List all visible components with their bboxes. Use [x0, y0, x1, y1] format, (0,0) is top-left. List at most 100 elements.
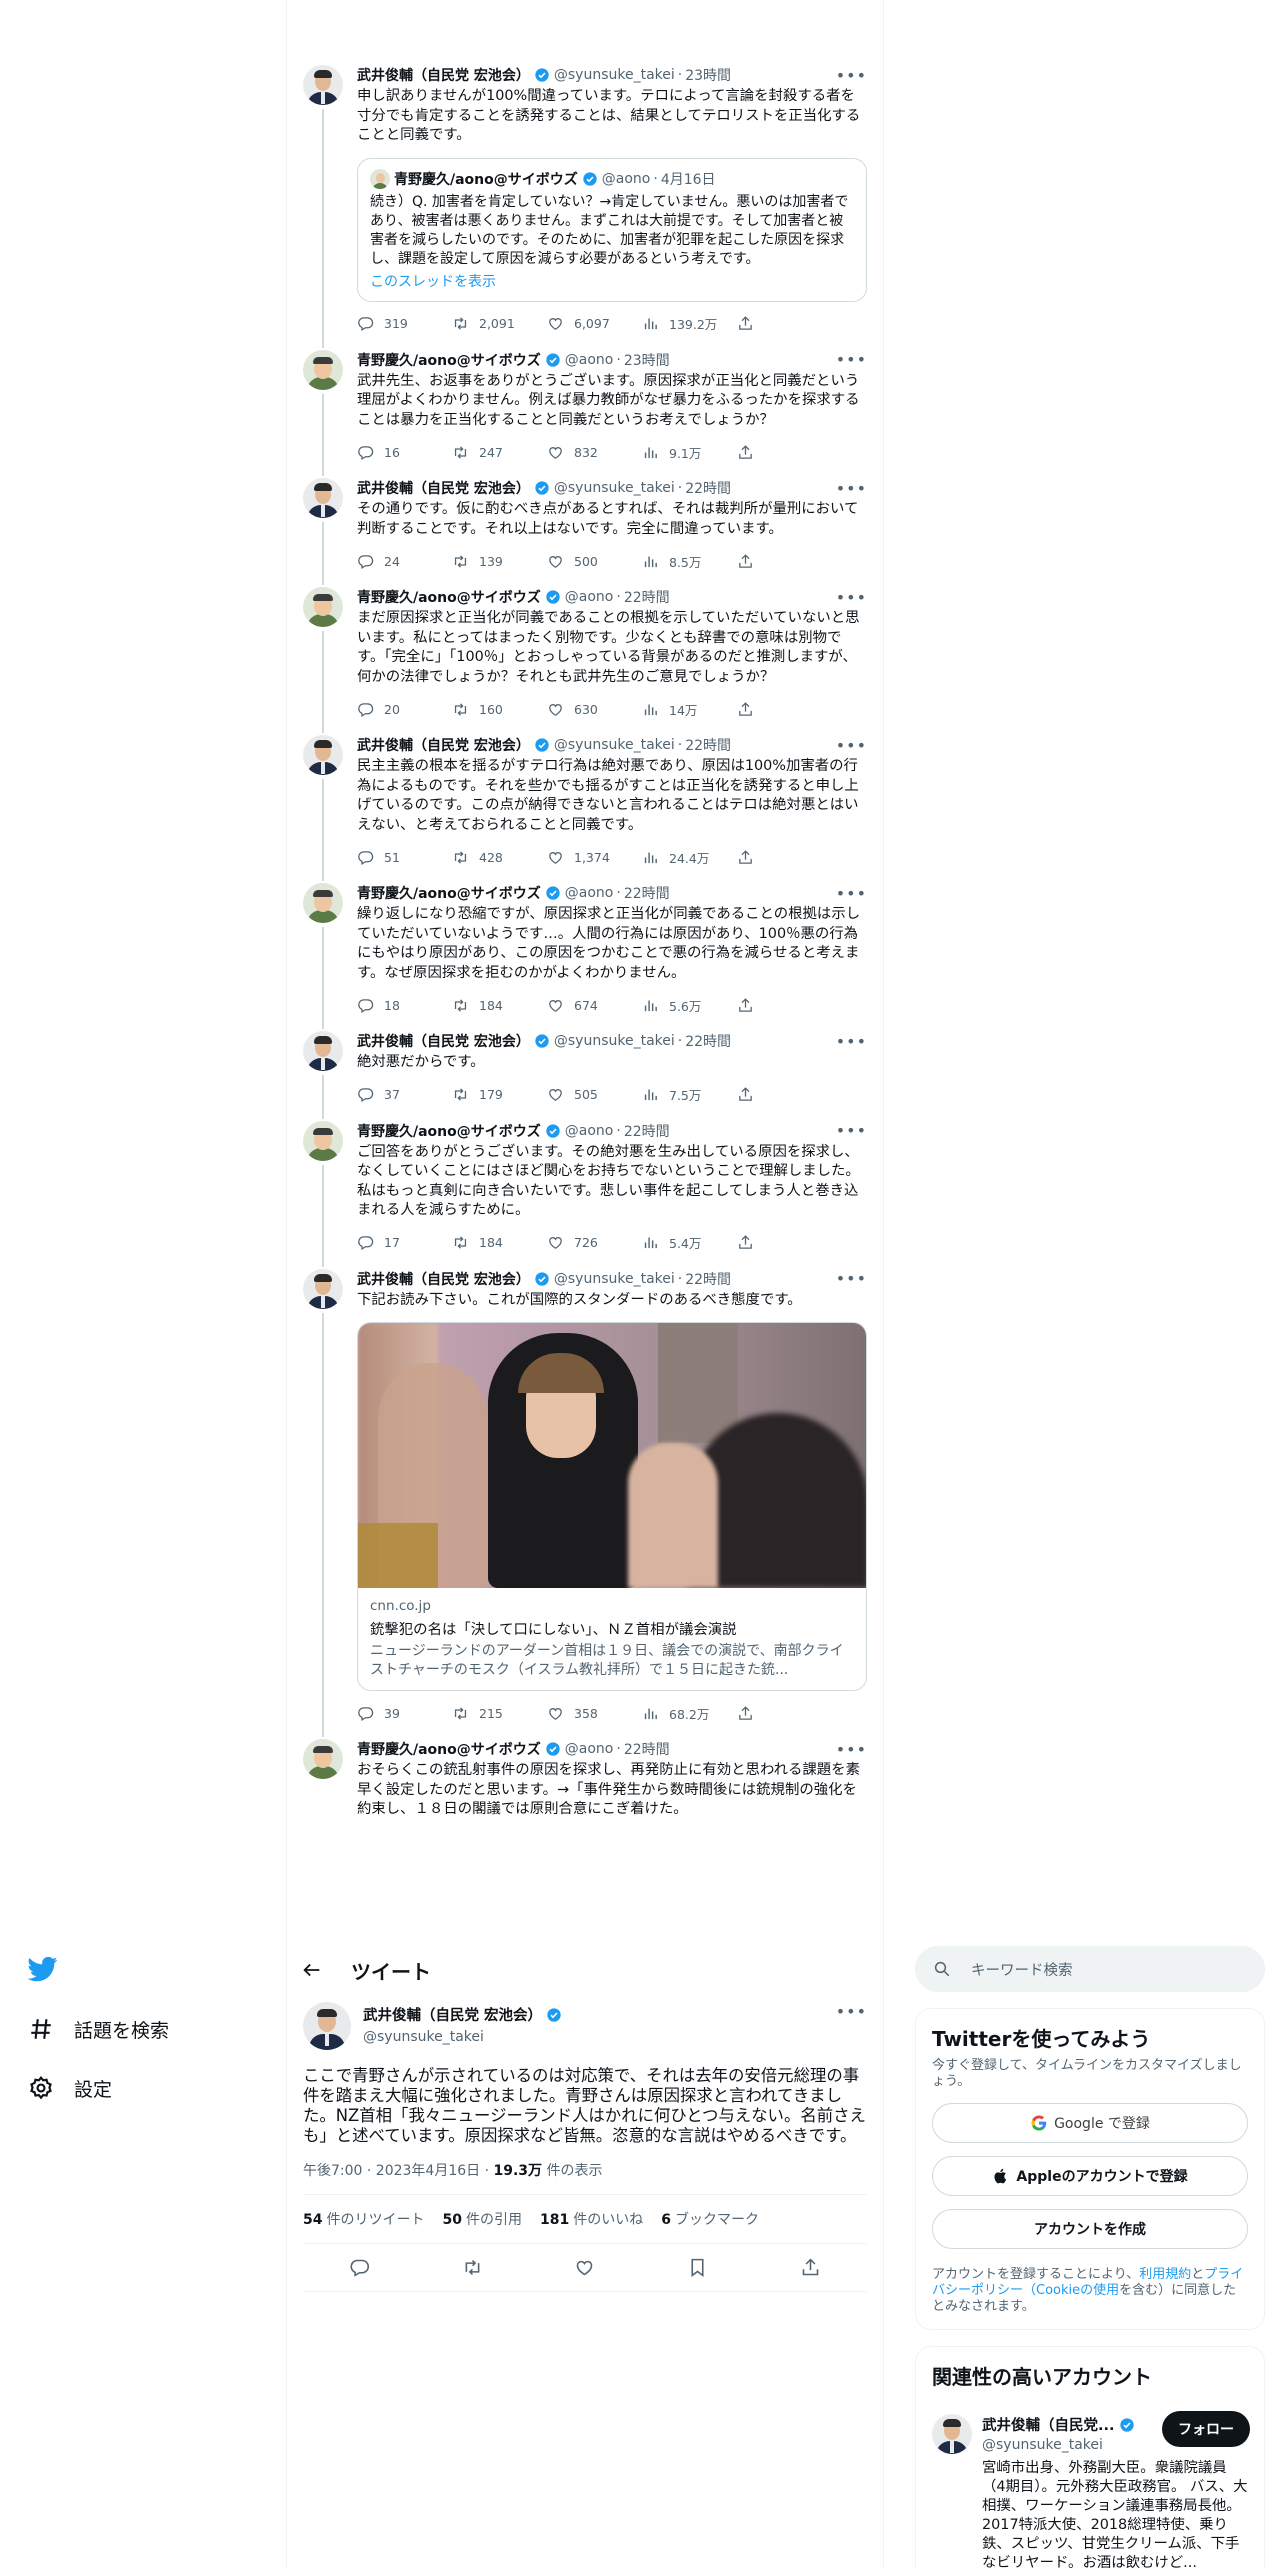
retweet-icon[interactable]	[462, 2257, 483, 2278]
avatar[interactable]	[303, 883, 343, 923]
like-button[interactable]: 832	[547, 444, 642, 461]
like-button[interactable]: 6,097	[547, 315, 642, 332]
more-options-icon[interactable]: •••	[836, 2002, 867, 2050]
avatar[interactable]	[303, 1031, 343, 1071]
author-name[interactable]: 青野慶久/aono@サイボウズ	[357, 883, 541, 903]
author-name[interactable]: 武井俊輔（自民党 宏池会）	[357, 1269, 530, 1289]
tweet-time[interactable]: 22時間	[685, 478, 731, 498]
like-button[interactable]: 505	[547, 1086, 642, 1103]
tweet-time[interactable]: 23時間	[624, 350, 670, 370]
reply-icon[interactable]	[349, 2257, 370, 2278]
author-handle[interactable]: @aono	[565, 1123, 614, 1139]
reply-button[interactable]: 24	[357, 553, 452, 570]
retweet-button[interactable]: 2,091	[452, 315, 547, 332]
like-icon[interactable]	[574, 2257, 595, 2278]
author-handle[interactable]: @syunsuke_takei	[554, 1033, 675, 1049]
avatar[interactable]	[303, 1120, 343, 1161]
retweet-button[interactable]: 428	[452, 849, 547, 866]
reply-button[interactable]: 51	[357, 849, 452, 866]
more-options-icon[interactable]: •••	[836, 1740, 867, 1759]
share-button[interactable]	[737, 997, 764, 1014]
avatar[interactable]	[303, 735, 343, 775]
author-handle[interactable]: @aono	[565, 589, 614, 605]
more-options-icon[interactable]: •••	[836, 884, 867, 903]
back-arrow-icon[interactable]	[301, 1959, 323, 1981]
share-button[interactable]	[737, 701, 764, 718]
more-options-icon[interactable]: •••	[836, 1269, 867, 1288]
retweet-button[interactable]: 247	[452, 444, 547, 461]
share-button[interactable]	[737, 553, 764, 570]
author-name[interactable]: 武井俊輔（自民党 宏池会）	[363, 2004, 542, 2025]
more-options-icon[interactable]: •••	[836, 588, 867, 607]
author-name[interactable]: 武井俊輔（自民党 宏池会）	[357, 65, 530, 85]
quoted-tweet[interactable]: 青野慶久/aono@サイボウズ @aono · 4月16日 続き）Q. 加害者を肯定して…	[357, 157, 867, 302]
nav-settings[interactable]: 設定	[28, 2068, 112, 2108]
more-options-icon[interactable]: •••	[836, 736, 867, 755]
retweet-button[interactable]: 179	[452, 1086, 547, 1103]
more-options-icon[interactable]: •••	[836, 350, 867, 369]
views-button[interactable]: 139.2万	[642, 314, 737, 333]
more-options-icon[interactable]: •••	[836, 479, 867, 498]
author-name[interactable]: 青野慶久/aono@サイボウズ	[357, 350, 541, 370]
like-button[interactable]: 358	[547, 1705, 642, 1722]
more-options-icon[interactable]: •••	[836, 1032, 867, 1051]
author-handle[interactable]: @syunsuke_takei	[554, 1271, 675, 1287]
views-button[interactable]: 9.1万	[642, 443, 737, 462]
tweet-time[interactable]: 22時間	[685, 735, 731, 755]
reply-button[interactable]: 319	[357, 315, 452, 332]
author-name[interactable]: 青野慶久/aono@サイボウズ	[357, 587, 541, 607]
share-icon[interactable]	[800, 2257, 821, 2278]
tweet[interactable]: 青野慶久/aono@サイボウズ @aono · 22時間 ••• ご回答をありがとうござい…	[287, 1111, 883, 1267]
share-button[interactable]	[737, 1086, 764, 1103]
retweet-button[interactable]: 184	[452, 997, 547, 1014]
views-button[interactable]: 24.4万	[642, 848, 737, 867]
bookmark-icon[interactable]	[687, 2257, 708, 2278]
reply-button[interactable]: 16	[357, 444, 452, 461]
more-options-icon[interactable]: •••	[836, 66, 867, 85]
tweet-time[interactable]: 22時間	[624, 1739, 670, 1759]
tweet[interactable]: 武井俊輔（自民党 宏池会） @syunsuke_takei · 22時間 ••• 民主主義…	[287, 725, 883, 881]
tweet[interactable]: 武井俊輔（自民党 宏池会） @syunsuke_takei · 22時間 ••• 下記お読…	[287, 1259, 883, 1737]
author-handle[interactable]: @syunsuke_takei	[554, 67, 675, 83]
tweet-time[interactable]: 22時間	[685, 1269, 731, 1289]
tweet-time[interactable]: 23時間	[685, 65, 731, 85]
twitter-logo-icon[interactable]	[28, 1954, 58, 1984]
stat-bookmarks[interactable]: 6 ブックマーク	[661, 2209, 759, 2229]
like-button[interactable]: 1,374	[547, 849, 642, 866]
terms-link[interactable]: 利用規約	[1139, 2267, 1191, 2282]
create-account-button[interactable]: アカウントを作成	[932, 2209, 1248, 2249]
avatar[interactable]	[303, 1739, 343, 1779]
reply-button[interactable]: 20	[357, 701, 452, 718]
google-signup-button[interactable]: Google で登録	[932, 2103, 1248, 2143]
author-handle[interactable]: @syunsuke_takei	[554, 480, 675, 496]
like-button[interactable]: 500	[547, 553, 642, 570]
author-name[interactable]: 青野慶久/aono@サイボウズ	[357, 1121, 541, 1141]
retweet-button[interactable]: 215	[452, 1705, 547, 1722]
tweet-timestamp[interactable]: 午後7:00 · 2023年4月16日 ·	[303, 2163, 494, 2179]
nav-explore[interactable]: 話題を検索	[28, 2009, 169, 2049]
avatar[interactable]	[303, 65, 343, 105]
author-handle[interactable]: @syunsuke_takei	[554, 737, 675, 753]
show-thread-link[interactable]: このスレッドを表示	[370, 271, 854, 291]
retweet-button[interactable]: 184	[452, 1234, 547, 1251]
avatar[interactable]	[303, 1268, 343, 1309]
tweet-time[interactable]: 22時間	[685, 1031, 731, 1051]
reply-button[interactable]: 18	[357, 997, 452, 1014]
author-name[interactable]: 武井俊輔（自民党 宏池会）	[357, 735, 530, 755]
link-card[interactable]: cnn.co.jp 銃撃犯の名は「決して口にしない」、ＮＺ首相が議会演説 ニュージー…	[357, 1322, 867, 1691]
views-button[interactable]: 14万	[642, 700, 737, 719]
author-name[interactable]: 武井俊輔（自民党 宏池会）	[357, 478, 530, 498]
reply-button[interactable]: 17	[357, 1234, 452, 1251]
like-button[interactable]: 630	[547, 701, 642, 718]
tweet[interactable]: 青野慶久/aono@サイボウズ @aono · 22時間 ••• おそらくこの銃乱射事件の…	[287, 1729, 883, 1820]
retweet-button[interactable]: 160	[452, 701, 547, 718]
tweet-time[interactable]: 22時間	[624, 587, 670, 607]
reply-button[interactable]: 39	[357, 1705, 452, 1722]
avatar[interactable]	[303, 587, 343, 627]
avatar[interactable]	[932, 2414, 972, 2454]
related-account-name[interactable]: 武井俊輔（自民党...	[982, 2414, 1115, 2435]
stat-retweets[interactable]: 54 件のリツイート	[303, 2209, 424, 2229]
search-input[interactable]: キーワード検索	[915, 1946, 1265, 1992]
tweet[interactable]: 青野慶久/aono@サイボウズ @aono · 22時間 ••• 繰り返しになり恐縮ですが…	[287, 873, 883, 1029]
avatar[interactable]	[303, 2002, 351, 2050]
